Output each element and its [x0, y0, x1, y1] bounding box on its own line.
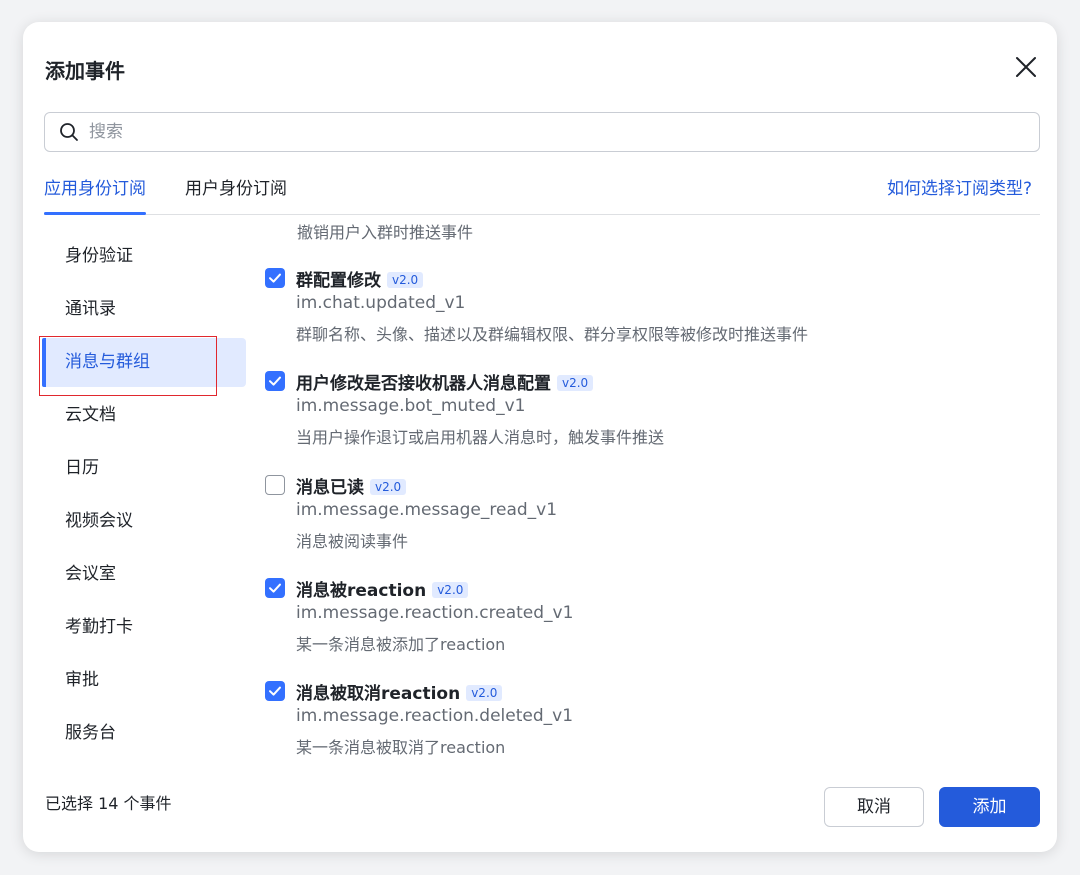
category-sidebar: 身份验证 通讯录 消息与群组 云文档 日历 视频会议 会议室 考勤打卡 审批 服… — [39, 232, 246, 762]
sidebar-item-identity-verification[interactable]: 身份验证 — [42, 232, 246, 281]
sidebar-item-helpdesk[interactable]: 服务台 — [42, 709, 246, 758]
sidebar-item-cloud-docs[interactable]: 云文档 — [42, 391, 246, 440]
event-item: 消息被取消reaction v2.0 im.message.reaction.de… — [265, 681, 1025, 763]
check-icon — [269, 686, 281, 696]
event-checkbox[interactable] — [265, 268, 285, 288]
event-description: 消息被阅读事件 — [296, 532, 409, 551]
search-icon — [60, 123, 78, 141]
version-badge: v2.0 — [557, 375, 594, 391]
close-button[interactable] — [1011, 52, 1041, 82]
sidebar-item-approval[interactable]: 审批 — [42, 656, 246, 705]
dialog-title: 添加事件 — [45, 59, 125, 83]
event-name: 用户修改是否接收机器人消息配置 v2.0 — [296, 369, 594, 394]
event-item: 用户修改是否接收机器人消息配置 v2.0 im.message.bot_muted… — [265, 371, 1025, 465]
sidebar-item-video-meeting[interactable]: 视频会议 — [42, 497, 246, 546]
sidebar-item-contacts[interactable]: 通讯录 — [42, 285, 246, 334]
event-name: 消息被取消reaction v2.0 — [296, 679, 503, 704]
check-icon — [269, 376, 281, 386]
event-description: 某一条消息被添加了reaction — [296, 635, 506, 654]
add-event-dialog: 添加事件 应用身份订阅 用户身份订阅 如何选择订阅类型? 身份验证 通讯录 消息… — [23, 22, 1057, 852]
sidebar-item-calendar[interactable]: 日历 — [42, 444, 246, 493]
selected-count: 已选择 14 个事件 — [45, 794, 172, 813]
search-input[interactable] — [89, 113, 1019, 151]
sidebar-item-attendance[interactable]: 考勤打卡 — [42, 603, 246, 652]
subscription-tabs: 应用身份订阅 用户身份订阅 如何选择订阅类型? — [44, 170, 1040, 215]
add-button[interactable]: 添加 — [939, 787, 1040, 827]
version-badge: v2.0 — [466, 685, 503, 701]
version-badge: v2.0 — [370, 479, 407, 495]
event-checkbox[interactable] — [265, 475, 285, 495]
event-list: 撤销用户入群时推送事件 群配置修改 v2.0 im.chat.updated_v1… — [265, 215, 1045, 763]
tab-user-identity[interactable]: 用户身份订阅 — [185, 174, 287, 214]
event-key: im.message.message_read_v1 — [296, 500, 558, 520]
check-icon — [269, 273, 281, 283]
cancel-button[interactable]: 取消 — [824, 787, 924, 827]
event-checkbox[interactable] — [265, 681, 285, 701]
event-item: 群配置修改 v2.0 im.chat.updated_v1 群聊名称、头像、描述以… — [265, 268, 1025, 362]
event-item: 消息被reaction v2.0 im.message.reaction.crea… — [265, 578, 1025, 672]
event-item: 消息已读 v2.0 im.message.message_read_v1 消息被阅… — [265, 475, 1025, 569]
event-description: 当用户操作退订或启用机器人消息时，触发事件推送 — [296, 428, 665, 447]
event-key: im.message.bot_muted_v1 — [296, 396, 526, 416]
event-name: 消息被reaction v2.0 — [296, 576, 469, 601]
version-badge: v2.0 — [432, 582, 469, 598]
event-key: im.message.reaction.created_v1 — [296, 603, 574, 623]
partial-event-description: 撤销用户入群时推送事件 — [297, 223, 474, 242]
sidebar-item-meeting-room[interactable]: 会议室 — [42, 550, 246, 599]
event-key: im.message.reaction.deleted_v1 — [296, 706, 574, 726]
event-name: 群配置修改 v2.0 — [296, 266, 424, 291]
tab-app-identity[interactable]: 应用身份订阅 — [44, 174, 146, 215]
event-name: 消息已读 v2.0 — [296, 473, 407, 498]
search-box[interactable] — [44, 112, 1040, 152]
sidebar-item-messages-groups[interactable]: 消息与群组 — [39, 336, 246, 396]
event-key: im.chat.updated_v1 — [296, 293, 466, 313]
event-description: 群聊名称、头像、描述以及群编辑权限、群分享权限等被修改时推送事件 — [296, 325, 809, 344]
event-checkbox[interactable] — [265, 371, 285, 391]
version-badge: v2.0 — [387, 272, 424, 288]
event-checkbox[interactable] — [265, 578, 285, 598]
sidebar-item-label: 消息与群组 — [65, 352, 150, 372]
event-description: 某一条消息被取消了reaction — [296, 738, 506, 757]
subscription-type-help-link[interactable]: 如何选择订阅类型? — [887, 174, 1032, 199]
check-icon — [269, 583, 281, 593]
close-icon — [1016, 57, 1036, 77]
